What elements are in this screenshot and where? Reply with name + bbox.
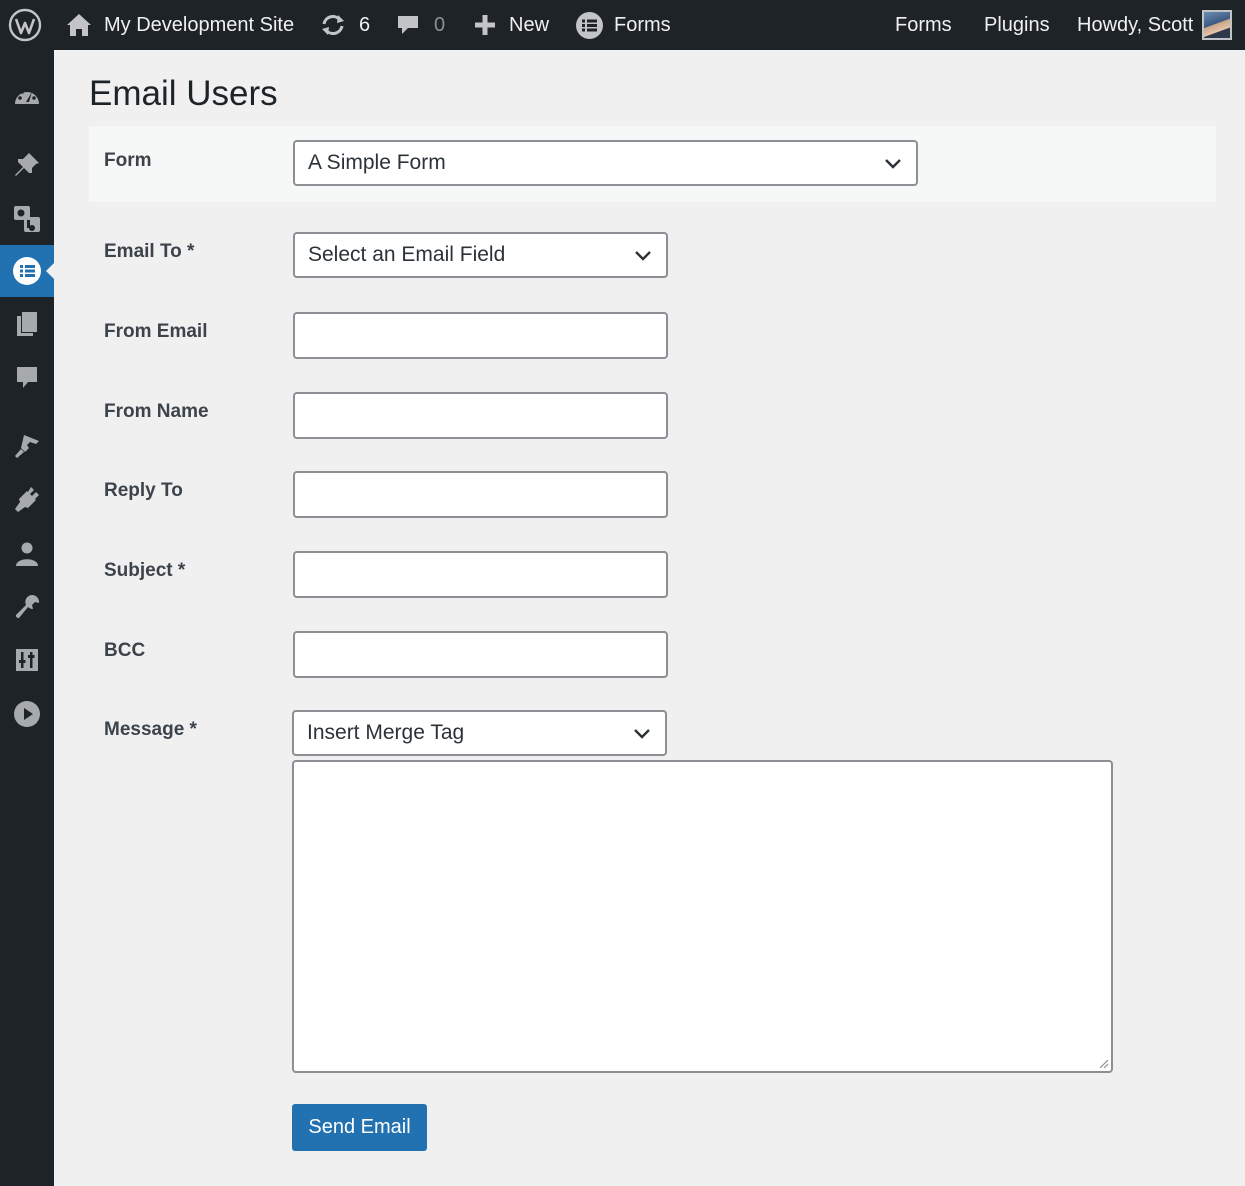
menu-dashboard[interactable] bbox=[0, 70, 54, 122]
from-name-label: From Name bbox=[104, 401, 209, 422]
menu-settings[interactable] bbox=[0, 634, 54, 686]
comments-link[interactable]: 0 bbox=[396, 0, 445, 50]
bcc-label: BCC bbox=[104, 640, 146, 661]
comment-bubble-icon bbox=[398, 16, 418, 34]
settings-sliders-icon bbox=[16, 649, 38, 671]
menu-comments[interactable] bbox=[0, 352, 54, 404]
chevron-down-icon bbox=[885, 159, 901, 169]
message-label: Message * bbox=[104, 719, 197, 740]
new-label: New bbox=[509, 13, 550, 36]
subject-field[interactable] bbox=[293, 551, 668, 598]
howdy-text: Howdy, Scott bbox=[1077, 13, 1194, 36]
reply-to-label: Reply To bbox=[104, 480, 183, 501]
dashboard-icon bbox=[15, 87, 39, 104]
menu-forms[interactable] bbox=[0, 245, 54, 297]
site-home-link[interactable]: My Development Site bbox=[66, 0, 294, 50]
user-icon bbox=[16, 542, 38, 566]
email-to-select-value: Select an Email Field bbox=[308, 243, 506, 266]
page-title: Email Users bbox=[89, 74, 278, 113]
menu-pages[interactable] bbox=[0, 298, 54, 350]
form-select-value: A Simple Form bbox=[308, 151, 446, 174]
account-menu[interactable]: Howdy, Scott bbox=[1077, 0, 1233, 50]
home-icon bbox=[67, 14, 91, 36]
menu-posts[interactable] bbox=[0, 139, 54, 191]
bcc-field[interactable] bbox=[293, 631, 668, 678]
from-email-label: From Email bbox=[104, 321, 208, 342]
merge-tag-select-value: Insert Merge Tag bbox=[307, 721, 465, 744]
forms-icon bbox=[13, 257, 41, 285]
menu-plugins[interactable] bbox=[0, 473, 54, 525]
forms-toolbar-link[interactable]: Forms bbox=[575, 0, 671, 50]
site-name: My Development Site bbox=[104, 13, 295, 36]
menu-media[interactable] bbox=[0, 193, 54, 245]
send-email-button[interactable]: Send Email bbox=[292, 1104, 427, 1151]
wordpress-logo-icon[interactable] bbox=[8, 0, 42, 50]
menu-users[interactable] bbox=[0, 528, 54, 580]
forms-icon bbox=[576, 11, 603, 39]
comments-count: 0 bbox=[434, 13, 446, 36]
pushpin-icon bbox=[15, 153, 39, 176]
email-to-label: Email To * bbox=[104, 241, 195, 262]
from-email-field[interactable] bbox=[293, 312, 668, 359]
email-to-select[interactable]: Select an Email Field bbox=[293, 232, 668, 278]
chevron-down-icon bbox=[635, 251, 651, 261]
updates-count: 6 bbox=[359, 13, 371, 36]
forms-right-link[interactable]: Forms bbox=[895, 0, 952, 50]
menu-tools[interactable] bbox=[0, 581, 54, 633]
updates-link[interactable]: 6 bbox=[319, 0, 370, 50]
wrench-icon bbox=[15, 594, 40, 619]
paintbrush-icon bbox=[15, 435, 39, 458]
admin-sidebar bbox=[0, 50, 54, 1186]
message-textarea[interactable] bbox=[292, 760, 1113, 1073]
menu-appearance[interactable] bbox=[0, 420, 54, 472]
plugins-right-link[interactable]: Plugins bbox=[984, 0, 1050, 50]
subject-label: Subject * bbox=[104, 560, 186, 581]
chevron-down-icon bbox=[634, 729, 650, 739]
plug-icon bbox=[15, 487, 39, 512]
form-label: Form bbox=[104, 150, 152, 171]
merge-tag-select[interactable]: Insert Merge Tag bbox=[292, 710, 667, 756]
plus-icon bbox=[475, 15, 495, 35]
comment-bubble-icon bbox=[17, 367, 37, 388]
resize-handle-icon[interactable] bbox=[1097, 1057, 1109, 1069]
refresh-icon bbox=[322, 15, 344, 35]
form-select[interactable]: A Simple Form bbox=[293, 140, 918, 186]
avatar bbox=[1202, 10, 1233, 40]
from-name-field[interactable] bbox=[293, 392, 668, 439]
forms-label: Forms bbox=[614, 13, 671, 36]
media-icon bbox=[14, 206, 40, 232]
pages-icon bbox=[17, 312, 37, 336]
admin-bar: My Development Site 6 0 New Forms Forms … bbox=[0, 0, 1245, 50]
new-content-link[interactable]: New bbox=[473, 0, 549, 50]
menu-video[interactable] bbox=[0, 688, 54, 740]
play-icon bbox=[14, 701, 40, 727]
reply-to-field[interactable] bbox=[293, 471, 668, 518]
